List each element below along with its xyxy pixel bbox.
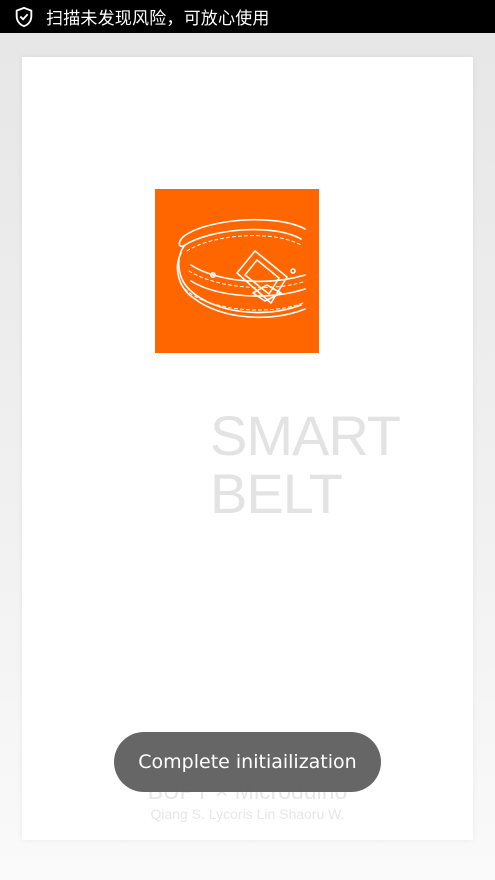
app-logo [155, 189, 319, 353]
app-title-line1: SMART [210, 404, 401, 467]
belt-icon [176, 218, 306, 319]
status-message: 扫描未发现风险，可放心使用 [46, 9, 270, 29]
toast-message: Complete initiailization [114, 732, 381, 792]
status-bar: 扫描未发现风险，可放心使用 [0, 0, 495, 33]
credits-authors: Qiang S. Lycoris Lin Shaoru W. [150, 806, 345, 822]
app-title-line2: BELT [210, 462, 343, 525]
shield-check-icon [13, 6, 35, 28]
